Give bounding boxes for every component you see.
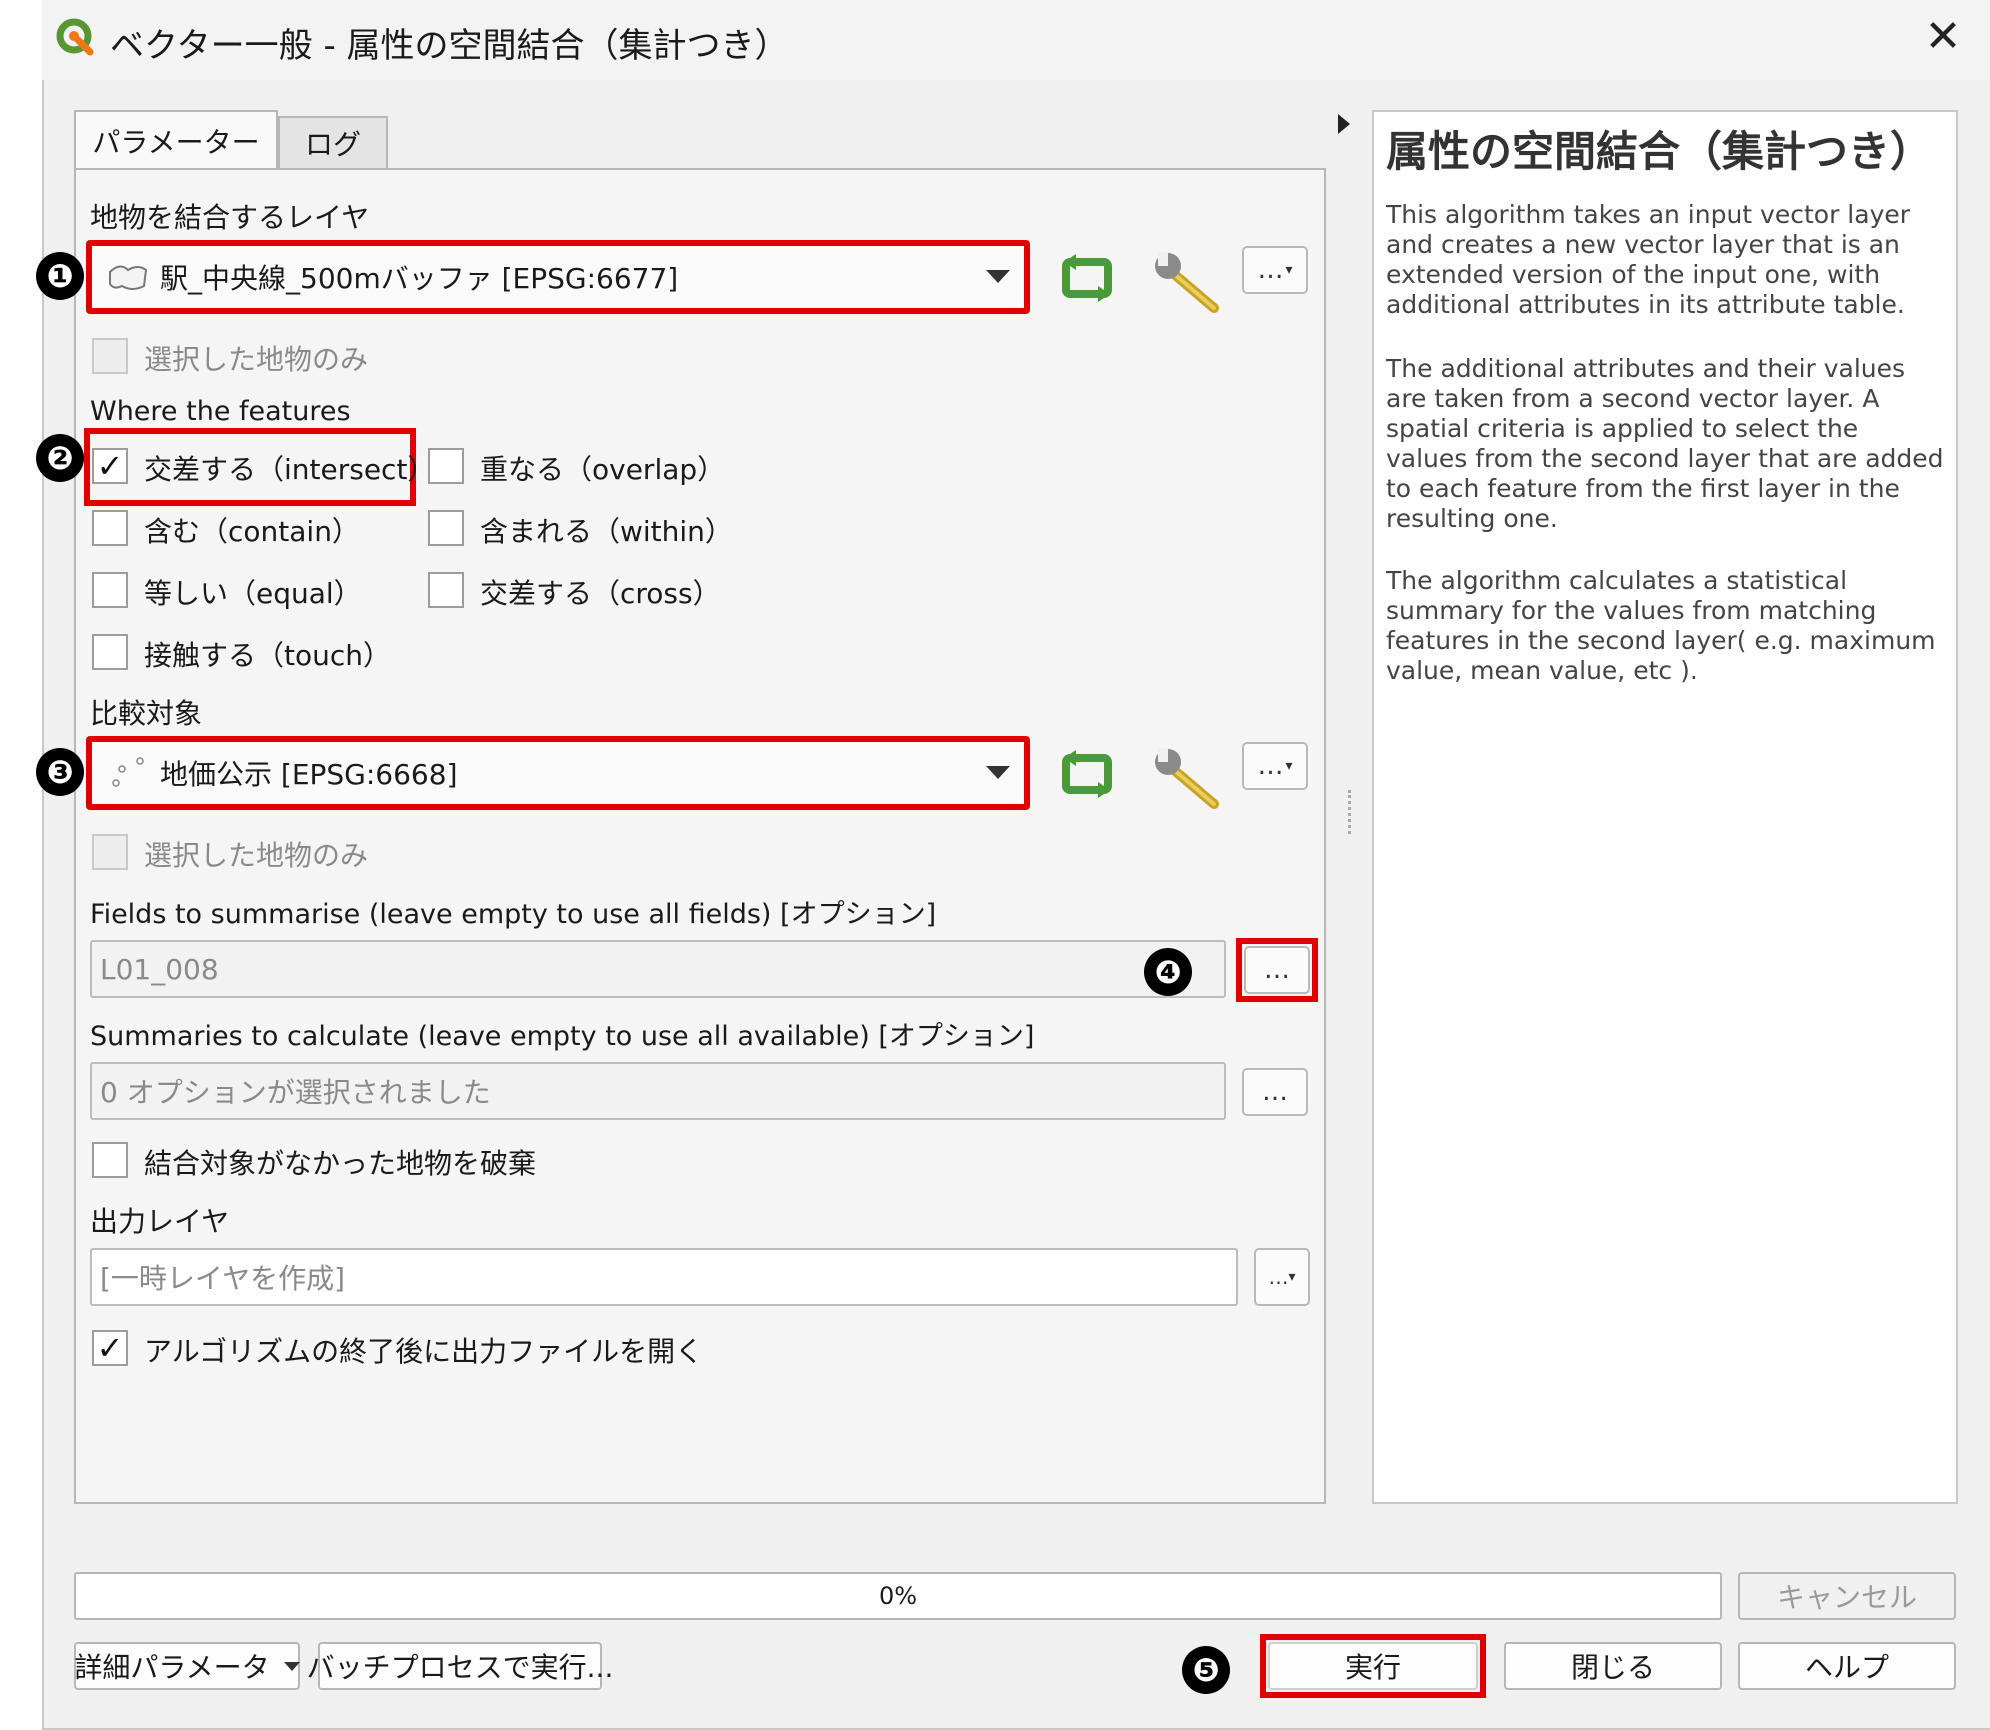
predicate-touch-checkbox[interactable] [92,634,128,670]
wrench-icon[interactable] [1150,744,1222,810]
predicate-contain-label: 含む（contain） [144,515,360,548]
predicate-intersect-checkbox[interactable]: ✓ [92,448,128,484]
batch-process-button[interactable]: バッチプロセスで実行... [307,1642,613,1690]
join-layer-combo[interactable]: 駅_中央線_500mバッファ [EPSG:6677] [86,240,1030,314]
collapse-arrow-icon[interactable] [1338,114,1350,134]
output-layer-input[interactable]: [一時レイヤを作成] [90,1248,1238,1306]
predicate-contain-checkbox[interactable] [92,510,128,546]
compare-layer-value: 地価公示 [EPSG:6668] [160,758,458,791]
summaries-label: Summaries to calculate (leave empty to u… [90,1021,1035,1052]
polygon-layer-icon [109,265,148,290]
predicate-overlap-checkbox[interactable] [428,448,464,484]
selected-only-checkbox-1[interactable] [92,338,128,374]
qgis-logo-icon [56,18,94,56]
discard-nonmatching-checkbox[interactable] [92,1142,128,1178]
compare-layer-combo[interactable]: 地価公示 [EPSG:6668] [86,736,1030,810]
annotation-5: ❺ [1182,1646,1230,1694]
cancel-button[interactable]: キャンセル [1738,1572,1956,1620]
open-output-checkbox[interactable]: ✓ [92,1330,128,1366]
predicate-cross-label: 交差する（cross） [480,577,721,610]
fields-input[interactable]: L01_008 [90,940,1226,998]
progress-bar: 0% [74,1572,1722,1620]
discard-nonmatching-label: 結合対象がなかった地物を破棄 [144,1147,537,1180]
compare-layer-label: 比較対象 [90,697,203,730]
point-layer-icon [112,757,144,787]
annotation-4: ❹ [1144,948,1192,996]
chevron-down-icon [283,1661,300,1671]
join-layer-label: 地物を結合するレイヤ [90,201,370,234]
window-title: ベクター一般 - 属性の空間結合（集計つき） [110,26,789,66]
predicate-within-label: 含まれる（within） [480,515,733,548]
close-icon[interactable]: ✕ [1920,14,1966,60]
summaries-input[interactable]: 0 オプションが選択されました [90,1062,1226,1120]
help-paragraph-3: The algorithm calculates a statistical s… [1386,566,1936,685]
predicate-intersect-label: 交差する（intersect） [144,453,436,486]
selected-only-checkbox-2[interactable] [92,834,128,870]
selected-only-label-2: 選択した地物のみ [144,839,369,872]
annotation-3: ❸ [36,748,84,796]
predicate-within-checkbox[interactable] [428,510,464,546]
advanced-parameters-button[interactable]: 詳細パラメータ [74,1642,300,1690]
help-paragraph-2: The additional attributes and their valu… [1386,354,1944,533]
fields-select-button[interactable]: … [1244,946,1310,994]
output-layer-options-button[interactable]: … ▾ [1254,1248,1310,1306]
output-layer-label: 出力レイヤ [90,1205,230,1238]
iterate-icon[interactable] [1056,748,1118,800]
selected-only-label-1: 選択した地物のみ [144,343,369,376]
close-button[interactable]: 閉じる [1504,1642,1722,1690]
iterate-icon[interactable] [1056,252,1118,304]
help-title: 属性の空間結合（集計つき） [1386,127,1933,176]
where-label: Where the features [90,396,351,427]
help-paragraph-1: This algorithm takes an input vector lay… [1386,200,1911,319]
predicate-touch-label: 接触する（touch） [144,639,391,672]
splitter-handle[interactable] [1348,790,1352,834]
progress-text: 0% [878,1582,918,1610]
help-button[interactable]: ヘルプ [1738,1642,1956,1690]
annotation-1: ❶ [36,252,84,300]
join-layer-options-button[interactable]: … ▾ [1242,246,1308,294]
wrench-icon[interactable] [1150,248,1222,314]
chevron-down-icon [986,766,1010,779]
join-layer-value: 駅_中央線_500mバッファ [EPSG:6677] [160,262,679,295]
predicate-equal-label: 等しい（equal） [144,577,362,610]
predicate-cross-checkbox[interactable] [428,572,464,608]
summaries-select-button[interactable]: … [1242,1068,1308,1116]
predicate-equal-checkbox[interactable] [92,572,128,608]
tab-log[interactable]: ログ [278,116,388,168]
tab-parameters[interactable]: パラメーター [74,110,278,170]
compare-layer-options-button[interactable]: … ▾ [1242,742,1308,790]
run-button[interactable]: 実行 [1268,1642,1478,1690]
predicate-overlap-label: 重なる（overlap） [480,453,726,486]
fields-label: Fields to summarise (leave empty to use … [90,899,937,930]
open-output-label: アルゴリズムの終了後に出力ファイルを開く [144,1335,704,1368]
chevron-down-icon [986,270,1010,283]
annotation-2: ❷ [36,434,84,482]
